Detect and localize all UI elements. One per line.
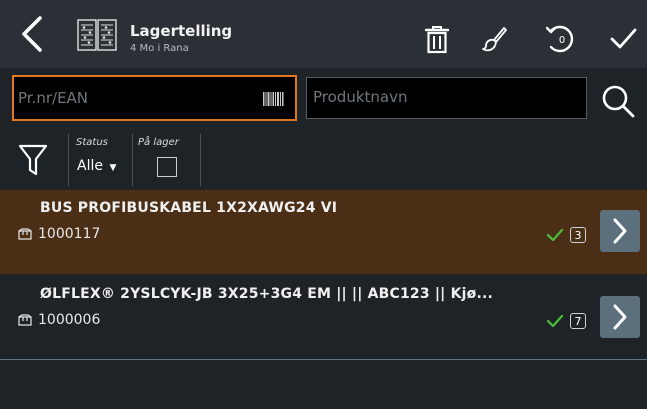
search-button[interactable] (598, 81, 638, 121)
brush-button[interactable] (468, 14, 522, 64)
package-icon (18, 314, 32, 326)
caret-down-icon: ▼ (109, 163, 117, 173)
empty-list-area (0, 361, 647, 409)
package-icon (18, 228, 32, 240)
open-item-button[interactable] (600, 210, 640, 252)
open-item-button[interactable] (600, 296, 640, 338)
item-code-line: 1000006 (18, 312, 100, 328)
item-title: BUS PROFIBUSKABEL 1X2XAWG24 VI (40, 200, 338, 216)
brush-icon (482, 27, 507, 52)
in-stock-checkbox[interactable] (157, 157, 177, 177)
undo-count: 0 (559, 35, 565, 46)
undo-icon: 0 (545, 25, 574, 53)
item-title: ØLFLEX® 2YSLCYK-JB 3X25+3G4 EM || || ABC… (40, 286, 493, 302)
confirm-button[interactable] (596, 14, 647, 64)
status-select[interactable]: Alle ▼ (77, 158, 116, 174)
product-name-field-wrapper (306, 77, 587, 119)
list-item[interactable]: BUS PROFIBUSKABEL 1X2XAWG24 VI 1000117 3 (0, 190, 647, 274)
search-icon (602, 85, 635, 118)
ean-field-wrapper (12, 75, 297, 121)
app-header: Lagertelling 4 Mo i Rana 0 (0, 0, 647, 68)
status-value: Alle (77, 158, 103, 174)
chevron-left-icon (22, 16, 42, 52)
filter-button[interactable] (18, 142, 48, 178)
status-label: Status (76, 137, 108, 148)
funnel-icon (18, 144, 48, 176)
page-subtitle: 4 Mo i Rana (130, 43, 189, 54)
page-title: Lagertelling (130, 22, 233, 40)
item-code-line: 1000117 (18, 226, 100, 242)
chevron-right-icon (613, 218, 627, 244)
check-icon (610, 28, 637, 49)
back-button[interactable] (14, 14, 54, 54)
filter-divider (68, 134, 69, 186)
product-name-input[interactable] (313, 84, 573, 110)
list-item[interactable]: ØLFLEX® 2YSLCYK-JB 3X25+3G4 EM || || ABC… (0, 276, 647, 360)
chevron-right-icon (613, 304, 627, 330)
item-code: 1000006 (38, 312, 101, 328)
item-code: 1000117 (38, 226, 101, 242)
in-stock-label: På lager (138, 137, 179, 148)
ean-input[interactable] (18, 85, 254, 111)
count-badge: 3 (570, 227, 586, 243)
barcode-icon[interactable] (262, 91, 284, 107)
barcode-grid-icon (77, 19, 117, 51)
checkmark-icon (546, 314, 564, 328)
delete-button[interactable] (410, 14, 464, 64)
count-badge: 7 (570, 313, 586, 329)
checkmark-icon (546, 228, 564, 242)
trash-icon (424, 26, 450, 54)
filter-divider (132, 134, 133, 186)
undo-button[interactable]: 0 (534, 14, 588, 64)
filter-divider (200, 134, 201, 186)
